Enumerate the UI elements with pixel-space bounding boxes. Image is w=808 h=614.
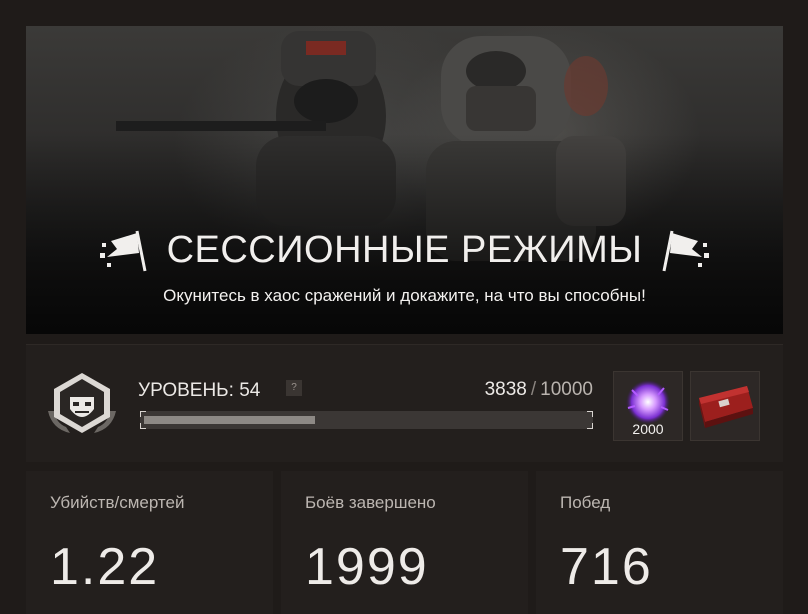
xp-separator: /: [530, 379, 537, 400]
stat-card-battles: Боёв завершено 1999: [281, 471, 528, 614]
level-panel: УРОВЕНЬ: 54 ? 3838/10000 2000: [26, 344, 783, 462]
stat-value: 1.22: [50, 538, 160, 596]
xp-max: 10000: [540, 379, 593, 400]
xp-current: 3838: [484, 379, 527, 400]
rank-emblem-icon: [48, 373, 116, 433]
xp-counter: 3838/10000: [485, 379, 593, 401]
mode-banner: СЕССИОННЫЕ РЕЖИМЫ Окунитесь в хаос сраже…: [26, 26, 783, 334]
help-button[interactable]: ?: [286, 380, 302, 396]
stat-value: 716: [560, 538, 653, 596]
xp-corner-br: [587, 423, 593, 429]
stat-value: 1999: [305, 538, 429, 596]
stat-card-kd: Убийств/смертей 1.22: [26, 471, 273, 614]
banner-subtitle: Окунитесь в хаос сражений и докажите, на…: [163, 286, 646, 305]
flag-left-icon: [99, 230, 147, 272]
stat-label: Боёв завершено: [305, 493, 436, 512]
reward-slot-crate[interactable]: [690, 371, 760, 441]
reward-quantity: 2000: [632, 421, 664, 437]
stat-label: Побед: [560, 493, 611, 512]
level-label: УРОВЕНЬ: 54: [138, 380, 261, 401]
xp-corner-tl: [140, 411, 146, 417]
stat-card-wins: Побед 716: [536, 471, 783, 614]
red-crate-icon: [699, 386, 753, 428]
reward-slot-orb[interactable]: 2000: [613, 371, 683, 441]
xp-progress-bar: [140, 411, 593, 429]
xp-corner-tr: [587, 411, 593, 417]
xp-corner-bl: [140, 423, 146, 429]
banner-title: СЕССИОННЫЕ РЕЖИМЫ: [166, 228, 643, 271]
flag-right-icon: [662, 230, 710, 272]
banner-title-row: СЕССИОННЫЕ РЕЖИМЫ: [26, 226, 783, 274]
stat-label: Убийств/смертей: [50, 493, 185, 512]
xp-progress-fill: [144, 416, 315, 424]
